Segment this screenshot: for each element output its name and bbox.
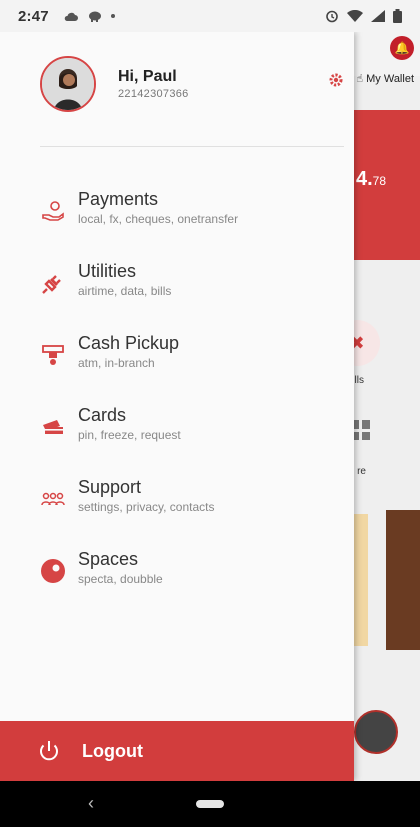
logout-label: Logout (82, 740, 143, 761)
notification-dot-icon (110, 14, 115, 18)
atm-icon (40, 342, 66, 368)
menu-item-subtitle: airtime, data, bills (78, 284, 172, 298)
menu-item-title: Cash Pickup (78, 333, 180, 353)
menu-item-title: Cards (78, 405, 127, 425)
menu-item-title: Support (78, 477, 142, 497)
bills-label: lls (354, 375, 364, 386)
menu-item-utilities[interactable]: Utilities airtime, data, bills (40, 260, 238, 332)
piggy-bank-icon (88, 11, 101, 22)
menu-item-subtitle: atm, in-branch (78, 356, 155, 370)
background-promo-image (386, 510, 420, 650)
status-bar: 2:47 (0, 0, 420, 32)
menu-item-subtitle: local, fx, cheques, onetransfer (78, 212, 239, 226)
settings-button[interactable] (328, 72, 344, 93)
wallet-link: ☝ My Wallet (356, 72, 414, 85)
navigation-drawer: Hi, Paul 22142307366 Payments local, fx,… (0, 32, 354, 781)
user-avatar-icon (42, 58, 94, 110)
menu-item-support[interactable]: Support settings, privacy, contacts (40, 476, 238, 548)
signal-icon (371, 10, 385, 22)
menu-item-payments[interactable]: Payments local, fx, cheques, onetransfer (40, 188, 238, 260)
profile-greeting: Hi, Paul (118, 68, 177, 85)
profile-header[interactable]: Hi, Paul 22142307366 (40, 56, 189, 112)
battery-icon (393, 9, 402, 23)
menu-item-title: Utilities (78, 261, 137, 281)
drawer-menu: Payments local, fx, cheques, onetransfer… (40, 188, 238, 620)
system-navigation-bar: ‹ (0, 781, 420, 827)
spaces-icon (40, 558, 66, 584)
menu-item-cards[interactable]: Cards pin, freeze, request (40, 404, 238, 476)
bell-icon: 🔔 (390, 36, 414, 60)
logout-button[interactable]: Logout (0, 721, 354, 781)
account-number: 22142307366 (118, 88, 189, 100)
back-chevron-icon[interactable]: ‹ (88, 793, 94, 814)
home-pill-button[interactable] (196, 800, 224, 808)
avatar[interactable] (40, 56, 96, 112)
hand-pointer-icon: ☝ (356, 73, 364, 85)
gear-icon (329, 73, 343, 87)
cloud-icon (64, 12, 78, 21)
wallet-label: My Wallet (366, 73, 414, 85)
alarm-icon (326, 10, 338, 23)
menu-item-subtitle: specta, doubble (78, 572, 163, 586)
wifi-icon (347, 10, 363, 22)
people-icon (40, 486, 66, 512)
background-amount: 4.78 (356, 168, 386, 191)
more-label: re (357, 466, 366, 477)
menu-item-title: Payments (78, 189, 159, 209)
cards-icon (40, 414, 66, 440)
amount-decimal: 78 (372, 174, 386, 188)
hand-coin-icon (40, 198, 66, 224)
menu-item-subtitle: pin, freeze, request (78, 428, 181, 442)
background-promo-card (352, 514, 368, 646)
amount-main: 4. (355, 168, 373, 190)
menu-item-cash-pickup[interactable]: Cash Pickup atm, in-branch (40, 332, 238, 404)
menu-item-subtitle: settings, privacy, contacts (78, 500, 215, 514)
status-time: 2:47 (18, 7, 49, 25)
menu-item-spaces[interactable]: Spaces specta, doubble (40, 548, 238, 620)
divider (40, 146, 344, 147)
power-icon (36, 738, 62, 764)
menu-item-title: Spaces (78, 549, 139, 569)
plug-icon (40, 270, 66, 296)
chat-avatar-button (354, 710, 398, 754)
